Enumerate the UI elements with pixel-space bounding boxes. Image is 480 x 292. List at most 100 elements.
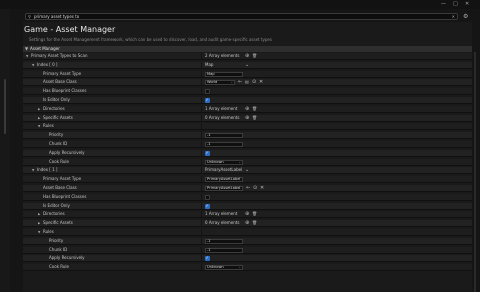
property-label: Priority [49,237,64,243]
category-header-asset-manager[interactable]: ▼ Asset Manager [23,46,472,52]
column-divider[interactable] [201,202,202,209]
column-divider[interactable] [201,70,202,77]
collapse-arrow-icon[interactable]: ▼ [38,229,40,235]
checkbox[interactable] [205,203,210,209]
text-input[interactable]: -1 [205,247,243,253]
add-element-icon[interactable]: ⊕ [245,220,249,226]
expand-arrow-icon[interactable]: ▶ [38,211,40,217]
close-window-button[interactable]: ✕ [465,1,469,7]
add-element-icon[interactable]: ⊕ [245,53,249,59]
column-divider[interactable] [201,88,202,95]
collapse-arrow-icon[interactable]: ▼ [25,46,28,52]
property-label: Cook Rule [49,264,69,270]
search-icon: ⚲ [28,14,31,19]
dropdown[interactable]: PrimaryAssetLabel ⌄ [205,186,243,191]
property-row: ▶ Specific Assets 0 Array elements ⊕ 🗑 [23,114,472,122]
column-divider[interactable] [201,255,202,262]
right-scrollbar[interactable] [474,52,476,292]
maximize-button[interactable]: □ [453,1,458,7]
checkbox[interactable] [205,255,210,262]
column-divider[interactable] [201,105,202,112]
text-input[interactable]: Map [205,71,243,77]
column-divider[interactable] [201,229,202,235]
search-input[interactable]: primary asset types to [34,14,79,19]
column-divider[interactable] [201,211,202,218]
column-divider[interactable] [201,237,202,244]
column-divider[interactable] [201,97,202,103]
checkbox[interactable] [205,97,210,103]
column-divider[interactable] [201,132,202,139]
delete-icon[interactable]: 🗑 [252,220,257,226]
checkbox[interactable] [205,194,210,200]
minimize-button[interactable]: — [441,1,446,7]
add-element-icon[interactable]: ⊕ [245,211,249,217]
add-element-icon[interactable]: ⊕ [245,106,249,112]
property-row: ▶ Directories 1 Array element ⊕ 🗑 [23,105,472,113]
column-divider[interactable] [201,220,202,227]
settings-gear-icon[interactable]: ⚙ [463,13,468,20]
property-value: 1 Array element [205,211,238,217]
property-label: Primary Asset Type [43,176,82,182]
column-divider[interactable] [201,141,202,147]
delete-icon[interactable]: 🗑 [252,115,257,121]
column-divider[interactable] [201,167,202,174]
property-row: Cook Rule Unknown ⌄ [23,158,472,166]
chevron-down-icon: ⌄ [238,186,241,190]
delete-icon[interactable]: 🗑 [252,106,257,112]
column-divider[interactable] [201,61,202,68]
property-row: ▼ Index [ 1 ] PrimaryAssetLabel ⌄ [23,167,472,175]
text-input[interactable]: -1 [205,238,243,244]
property-label: Index [ 1 ] [37,167,58,173]
checkbox[interactable] [205,89,210,95]
clear-icon[interactable]: ✕ [260,185,264,191]
browse-icon[interactable]: ▤ [245,79,249,85]
left-scrollbar[interactable] [4,79,6,134]
column-divider[interactable] [201,79,202,86]
collapse-arrow-icon[interactable]: ▼ [32,62,34,68]
column-divider[interactable] [201,185,202,191]
collapse-arrow-icon[interactable]: ▼ [26,53,28,59]
column-divider[interactable] [201,149,202,156]
search-bar[interactable]: ⚲ primary asset types to ✕ [25,13,458,20]
collapse-arrow-icon[interactable]: ▼ [32,167,34,173]
add-element-icon[interactable]: ⊕ [245,115,249,121]
property-label: Rules [43,123,54,129]
pick-icon[interactable]: ⊙ [253,185,257,191]
clear-icon[interactable]: ✕ [259,79,263,85]
column-divider[interactable] [201,246,202,253]
dropdown[interactable]: World ⌄ [205,80,235,86]
column-divider[interactable] [201,176,202,183]
column-divider[interactable] [201,158,202,165]
clear-search-icon[interactable]: ✕ [452,14,455,19]
left-gutter [0,9,10,292]
text-input[interactable]: PrimaryAssetLabel [205,177,243,183]
chevron-down-icon[interactable]: ⌄ [245,62,249,68]
column-divider[interactable] [201,264,202,271]
use-selected-icon[interactable]: ← [238,79,242,85]
expand-arrow-icon[interactable]: ▶ [38,220,40,226]
dropdown[interactable]: Unknown ⌄ [205,159,243,165]
column-divider[interactable] [201,114,202,121]
use-selected-icon[interactable]: ← [246,185,250,191]
property-row: ▶ Specific Assets 0 Array elements ⊕ 🗑 [23,220,472,228]
collapse-arrow-icon[interactable]: ▼ [38,123,40,129]
column-divider[interactable] [201,193,202,200]
delete-icon[interactable]: 🗑 [252,211,257,217]
text-input[interactable]: -1 [205,142,243,147]
pick-icon[interactable]: ⊙ [252,79,256,85]
property-label: Is Editor Only [43,202,70,208]
property-label: Apply Recursively [49,149,85,155]
chevron-down-icon[interactable]: ⌄ [245,167,249,173]
delete-icon[interactable]: 🗑 [252,53,257,59]
text-input[interactable]: -1 [205,133,243,139]
column-divider[interactable] [201,53,202,59]
expand-arrow-icon[interactable]: ▶ [38,106,40,112]
property-row: Cook Rule Unknown ⌄ [23,264,472,272]
dropdown[interactable]: Unknown ⌄ [205,265,243,271]
dropdown-value: PrimaryAssetLabel [207,186,241,190]
property-label: Rules [43,229,54,234]
checkbox[interactable] [205,150,210,156]
expand-arrow-icon[interactable]: ▶ [38,115,40,121]
column-divider[interactable] [201,123,202,130]
property-row: Apply Recursively [23,149,472,157]
